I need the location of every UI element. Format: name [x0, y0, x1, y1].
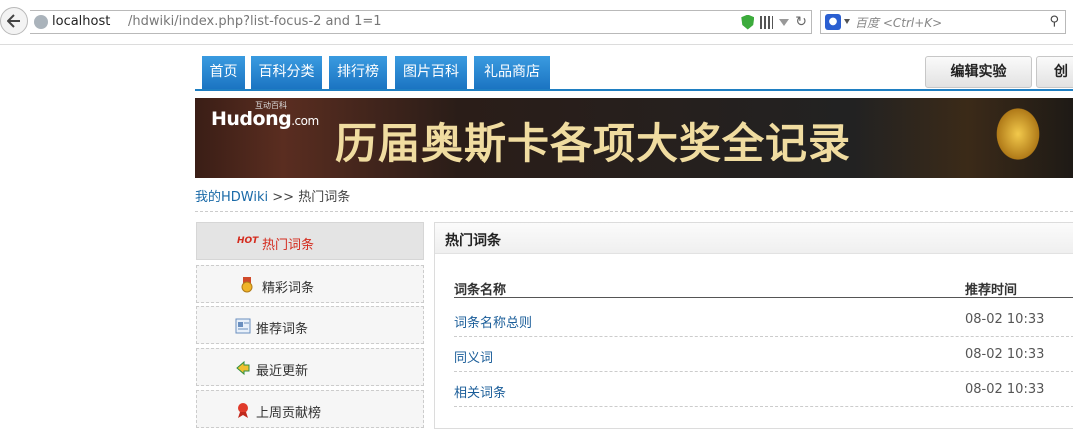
- entry-link[interactable]: 相关词条: [454, 382, 506, 401]
- history-dropdown-icon[interactable]: [779, 18, 790, 26]
- breadcrumb-current: 热门词条: [298, 190, 351, 205]
- table-row: 同义词 08-02 10:33: [454, 336, 1073, 372]
- back-arrow-icon: [7, 14, 20, 28]
- search-icon[interactable]: ⚲: [1049, 14, 1059, 29]
- url-path: /hdwiki/index.php?list-focus-2 and 1=1: [128, 14, 382, 29]
- hudong-logo: Hudong.com: [211, 108, 319, 130]
- medal-icon: [241, 277, 253, 293]
- sidebar-item-recommended[interactable]: 推荐词条: [196, 306, 424, 344]
- breadcrumb-home-link[interactable]: 我的HDWiki: [195, 190, 268, 205]
- security-shield-icon[interactable]: [741, 14, 755, 30]
- ribbon-icon: [238, 403, 248, 418]
- sidebar-item-label: 最近更新: [256, 364, 309, 379]
- edit-lab-button[interactable]: 编辑实验: [925, 56, 1032, 88]
- entry-link[interactable]: 词条名称总则: [454, 312, 532, 331]
- breadcrumb-separator: >>: [272, 190, 295, 205]
- divider: [195, 211, 1073, 212]
- sidebar-item-recent[interactable]: 最近更新: [196, 348, 424, 386]
- entry-time: 08-02 10:33: [965, 382, 1045, 397]
- address-bar[interactable]: localhost /hdwiki/index.php?list-focus-2…: [30, 10, 812, 34]
- sidebar-item-hot[interactable]: HOT 热门词条: [196, 222, 424, 260]
- sidebar-item-contributors[interactable]: 上周贡献榜: [196, 390, 424, 428]
- table-row: 相关词条 08-02 10:33: [454, 371, 1073, 407]
- site-identity-icon[interactable]: [34, 15, 48, 29]
- tab-image-wiki[interactable]: 图片百科: [395, 56, 467, 89]
- promo-banner[interactable]: 互动百科 Hudong.com 历届奥斯卡各项大奖全记录: [195, 98, 1073, 178]
- sidebar-item-label: 精彩词条: [262, 281, 315, 296]
- update-icon: [236, 360, 250, 376]
- reload-icon[interactable]: ↻: [795, 14, 807, 30]
- oscar-statue-icon: [973, 98, 1063, 178]
- url-host: localhost: [52, 14, 111, 29]
- panel-header: 热门词条: [435, 223, 1073, 254]
- hot-entries-panel: 热门词条 词条名称 推荐时间 词条名称总则 08-02 10:33 同义词 08…: [434, 222, 1073, 429]
- search-engine-dropdown-icon[interactable]: [844, 19, 850, 24]
- sidebar-item-label: 推荐词条: [256, 322, 309, 337]
- header-divider: [454, 297, 1073, 298]
- browser-toolbar: localhost /hdwiki/index.php?list-focus-2…: [0, 0, 1073, 45]
- breadcrumb: 我的HDWiki >> 热门词条: [195, 186, 350, 205]
- hot-badge: HOT: [237, 236, 259, 246]
- sidebar-item-featured[interactable]: 精彩词条: [196, 265, 424, 303]
- search-bar[interactable]: ● 百度 <Ctrl+K> ⚲: [820, 10, 1066, 34]
- banner-title: 历届奥斯卡各项大奖全记录: [335, 119, 852, 168]
- panel-title: 热门词条: [445, 233, 501, 249]
- tab-categories[interactable]: 百科分类: [251, 56, 322, 89]
- entry-link[interactable]: 同义词: [454, 347, 493, 366]
- column-header-name: 词条名称: [454, 283, 507, 298]
- sidebar-item-label: 热门词条: [262, 238, 315, 253]
- qr-code-icon[interactable]: [760, 15, 774, 29]
- entry-time: 08-02 10:33: [965, 312, 1045, 327]
- tab-gift-shop[interactable]: 礼品商店: [474, 56, 550, 89]
- sidebar-item-label: 上周贡献榜: [256, 406, 322, 421]
- table-row: 词条名称总则 08-02 10:33: [454, 301, 1073, 337]
- search-placeholder: 百度 <Ctrl+K>: [855, 16, 943, 30]
- tab-rankings[interactable]: 排行榜: [329, 56, 387, 89]
- document-icon: [235, 318, 251, 334]
- baidu-paw-icon[interactable]: ●: [825, 14, 841, 30]
- column-header-time: 推荐时间: [965, 283, 1018, 298]
- back-button[interactable]: [0, 7, 28, 35]
- create-button[interactable]: 创: [1036, 56, 1073, 88]
- tab-home[interactable]: 首页: [202, 56, 245, 89]
- entry-time: 08-02 10:33: [965, 347, 1045, 362]
